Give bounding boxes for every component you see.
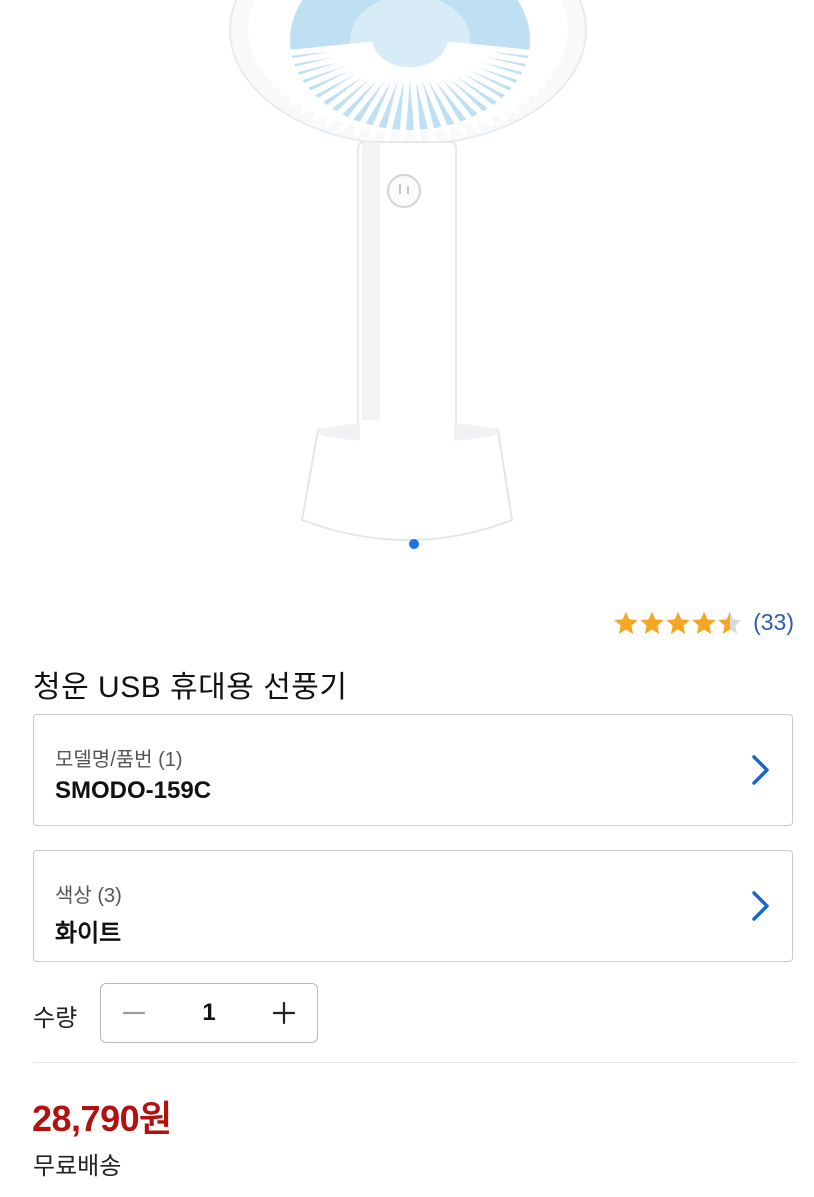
product-image-carousel[interactable] [0, 0, 814, 575]
rating-stars [613, 610, 743, 636]
product-price: 28,790원 [32, 1098, 172, 1139]
product-image [229, 0, 587, 541]
carousel-indicator-dot[interactable] [409, 539, 419, 549]
option-label: 색상 (3) [55, 885, 122, 907]
plus-icon [272, 1001, 296, 1025]
option-value: 화이트 [55, 920, 122, 947]
star-icon [614, 611, 638, 634]
option-label: 모델명/품번 (1) [55, 749, 183, 771]
star-icon [640, 611, 664, 634]
product-title: 청운 USB 휴대용 선풍기 [33, 671, 348, 704]
power-button-illustration [387, 174, 421, 208]
shipping-info: 무료배송 [33, 1153, 122, 1180]
decrease-quantity-button[interactable] [101, 984, 167, 1042]
option-model-selector[interactable]: 모델명/품번 (1) SMODO-159C [33, 714, 793, 826]
option-color-selector[interactable]: 색상 (3) 화이트 [33, 850, 793, 962]
review-count-link[interactable]: (33) [753, 609, 794, 636]
option-value: SMODO-159C [55, 777, 212, 804]
product-rating[interactable]: (33) [613, 609, 794, 636]
section-divider [33, 1062, 797, 1063]
star-icon [718, 611, 742, 634]
quantity-label: 수량 [33, 1005, 78, 1032]
chevron-right-icon [752, 891, 769, 921]
increase-quantity-button[interactable] [251, 984, 317, 1042]
chevron-right-icon [752, 755, 769, 785]
star-icon [666, 611, 690, 634]
star-icon [692, 611, 716, 634]
quantity-stepper[interactable]: 1 [100, 983, 318, 1043]
minus-icon [122, 1011, 146, 1015]
quantity-value[interactable]: 1 [167, 984, 251, 1042]
